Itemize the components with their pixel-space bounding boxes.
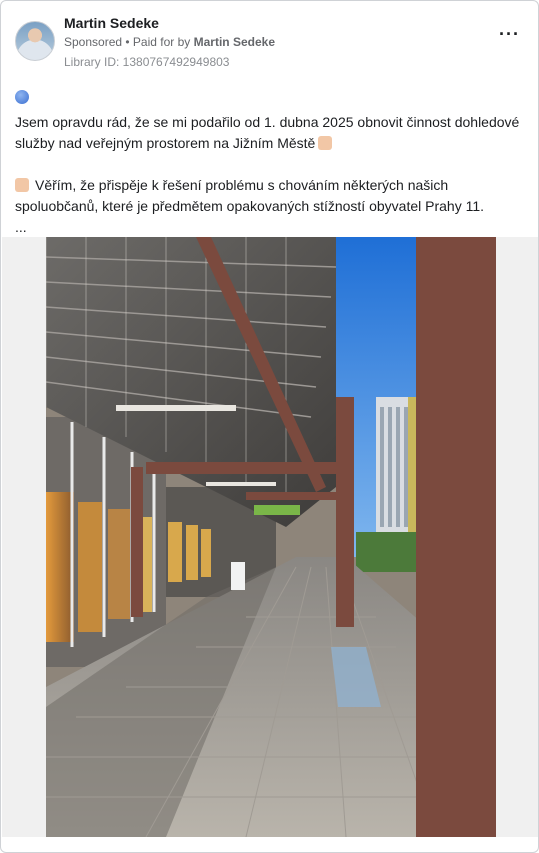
post-paragraph-2: Věřím, že přispěje k řešení problému s c…: [15, 175, 527, 217]
hand-icon: [318, 136, 333, 150]
post-header: Martin Sedeke Sponsored • Paid for by Ma…: [15, 15, 524, 71]
library-id: Library ID: 1380767492949803: [64, 55, 230, 69]
more-options-icon[interactable]: ···: [499, 25, 520, 43]
media-container: [2, 237, 538, 837]
ad-card: Martin Sedeke Sponsored • Paid for by Ma…: [0, 0, 539, 853]
pointing-hand-icon: [15, 178, 29, 192]
post-paragraph-1: Jsem opravdu rád, že se mi podařilo od 1…: [15, 112, 527, 154]
meta-separator: •: [122, 35, 133, 49]
sponsored-label: Sponsored: [64, 35, 123, 49]
paragraph-1-text: Jsem opravdu rád, že se mi podařilo od 1…: [15, 114, 520, 151]
colonnade-photo: [46, 237, 496, 837]
author-avatar[interactable]: [15, 21, 55, 61]
sponsored-line: Sponsored • Paid for by Martin Sedeke: [64, 35, 275, 49]
post-photo[interactable]: [46, 237, 496, 837]
post-text: Jsem opravdu rád, že se mi podařilo od 1…: [15, 89, 527, 238]
paid-prefix: Paid for by: [132, 35, 194, 49]
see-more-ellipsis[interactable]: ...: [15, 217, 527, 238]
paid-by-name[interactable]: Martin Sedeke: [194, 35, 275, 49]
paragraph-2-text: Věřím, že přispěje k řešení problému s c…: [15, 177, 485, 214]
blue-circle-icon: [15, 90, 29, 104]
author-name[interactable]: Martin Sedeke: [64, 15, 159, 31]
